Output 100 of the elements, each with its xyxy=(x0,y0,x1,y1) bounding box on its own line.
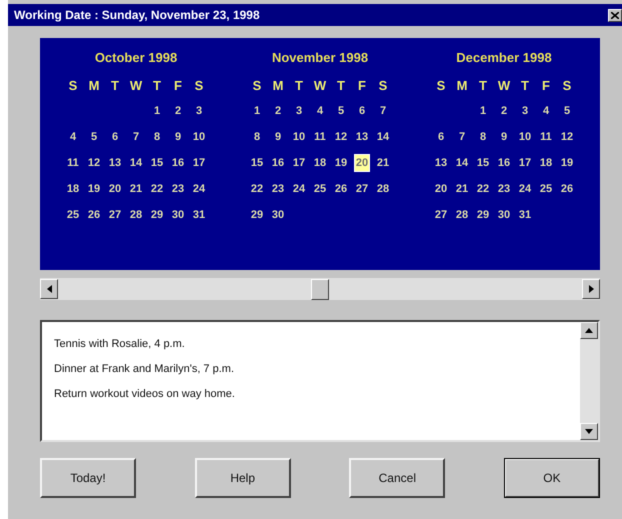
day-cell[interactable]: 30 xyxy=(170,207,186,223)
day-cell[interactable]: 22 xyxy=(150,181,164,197)
day-cell[interactable]: 1 xyxy=(478,103,488,119)
day-cell[interactable]: 31 xyxy=(518,207,532,223)
day-cell[interactable]: 4 xyxy=(68,129,78,145)
day-cell[interactable]: 25 xyxy=(66,207,80,223)
notes-field[interactable]: Tennis with Rosalie, 4 p.m. Dinner at Frank and Marilyn's, 7 p.m. Return workout videos on way home. xyxy=(40,320,600,442)
day-cell[interactable]: 29 xyxy=(476,207,490,223)
day-cell[interactable]: 10 xyxy=(292,129,306,145)
day-cell[interactable]: 5 xyxy=(562,103,572,119)
close-button[interactable] xyxy=(608,8,622,22)
day-cell[interactable]: 1 xyxy=(252,103,262,119)
day-cell[interactable]: 14 xyxy=(128,155,144,171)
day-cell[interactable]: 6 xyxy=(358,103,366,119)
day-cell[interactable]: 28 xyxy=(454,207,470,223)
scroll-left-button[interactable] xyxy=(40,279,58,299)
day-cell[interactable]: 24 xyxy=(518,181,532,197)
day-cell[interactable]: 3 xyxy=(194,103,204,119)
day-cell[interactable]: 12 xyxy=(86,155,102,171)
dialog-button[interactable]: Today! xyxy=(40,458,136,498)
day-cell[interactable]: 26 xyxy=(86,207,102,223)
day-cell[interactable]: 6 xyxy=(436,129,446,145)
day-cell[interactable]: 27 xyxy=(108,207,122,223)
day-cell[interactable]: 26 xyxy=(560,181,574,197)
scroll-down-button[interactable] xyxy=(580,423,598,440)
day-cell[interactable]: 29 xyxy=(250,207,264,223)
day-cell[interactable]: 9 xyxy=(274,129,282,145)
day-cell[interactable]: 17 xyxy=(292,155,306,171)
day-cell[interactable]: 20 xyxy=(434,181,448,197)
day-cell[interactable]: 22 xyxy=(476,181,490,197)
day-cell[interactable]: 9 xyxy=(500,129,508,145)
day-cell[interactable]: 27 xyxy=(434,207,448,223)
day-cell[interactable]: 25 xyxy=(538,181,554,197)
day-cell[interactable]: 8 xyxy=(152,129,162,145)
day-cell[interactable]: 12 xyxy=(334,129,348,145)
day-cell[interactable]: 15 xyxy=(150,155,164,171)
day-cell[interactable]: 25 xyxy=(312,181,328,197)
day-cell[interactable]: 7 xyxy=(378,103,388,119)
day-cell[interactable]: 4 xyxy=(316,103,324,119)
day-cell[interactable]: 23 xyxy=(270,181,286,197)
day-cell[interactable]: 14 xyxy=(454,155,470,171)
day-cell[interactable]: 31 xyxy=(192,207,206,223)
day-cell[interactable]: 23 xyxy=(170,181,186,197)
day-cell[interactable]: 1 xyxy=(152,103,162,119)
day-cell[interactable]: 4 xyxy=(542,103,550,119)
day-cell[interactable]: 21 xyxy=(128,181,144,197)
day-cell[interactable]: 23 xyxy=(496,181,512,197)
day-cell[interactable]: 22 xyxy=(250,181,264,197)
day-cell[interactable]: 19 xyxy=(86,181,102,197)
day-cell[interactable]: 16 xyxy=(270,155,286,171)
day-cell[interactable]: 18 xyxy=(312,155,328,171)
day-cell[interactable]: 15 xyxy=(476,155,490,171)
day-cell[interactable]: 13 xyxy=(354,129,370,145)
day-cell[interactable]: 20 xyxy=(108,181,122,197)
day-cell[interactable]: 27 xyxy=(354,181,370,197)
day-cell[interactable]: 9 xyxy=(174,129,182,145)
day-cell[interactable]: 18 xyxy=(66,181,80,197)
day-cell[interactable]: 16 xyxy=(170,155,186,171)
day-cell[interactable]: 5 xyxy=(90,129,98,145)
dialog-button[interactable]: Cancel xyxy=(349,458,446,498)
day-cell[interactable]: 30 xyxy=(270,207,286,223)
day-cell[interactable]: 11 xyxy=(539,129,553,145)
day-cell[interactable]: 7 xyxy=(458,129,466,145)
day-cell[interactable]: 12 xyxy=(560,129,574,145)
day-cell[interactable]: 24 xyxy=(292,181,306,197)
dialog-button[interactable]: Help xyxy=(194,458,291,498)
day-cell[interactable]: 19 xyxy=(334,155,348,171)
day-cell[interactable]: 2 xyxy=(174,103,182,119)
vertical-scrollbar[interactable] xyxy=(580,322,598,440)
day-cell[interactable]: 14 xyxy=(376,129,390,145)
day-cell[interactable]: 16 xyxy=(496,155,512,171)
day-cell[interactable]: 3 xyxy=(520,103,530,119)
day-cell[interactable]: 21 xyxy=(454,181,470,197)
day-cell[interactable]: 19 xyxy=(560,155,574,171)
day-cell[interactable]: 26 xyxy=(334,181,348,197)
day-cell[interactable]: 10 xyxy=(192,129,206,145)
day-cell[interactable]: 7 xyxy=(132,129,140,145)
day-cell[interactable]: 13 xyxy=(434,155,448,171)
day-cell[interactable]: 21 xyxy=(376,155,390,171)
day-cell[interactable]: 17 xyxy=(192,155,206,171)
day-cell[interactable]: 5 xyxy=(336,103,346,119)
day-cell[interactable]: 24 xyxy=(192,181,206,197)
horizontal-scrollbar[interactable] xyxy=(40,278,600,300)
scroll-thumb[interactable] xyxy=(311,278,329,300)
day-cell[interactable]: 15 xyxy=(250,155,264,171)
day-cell[interactable]: 2 xyxy=(274,103,282,119)
day-cell[interactable]: 8 xyxy=(252,129,262,145)
day-cell[interactable]: 17 xyxy=(518,155,532,171)
day-cell[interactable]: 28 xyxy=(128,207,144,223)
day-cell[interactable]: 18 xyxy=(538,155,554,171)
dialog-button[interactable]: OK xyxy=(504,458,600,498)
day-cell[interactable]: 30 xyxy=(496,207,512,223)
day-cell[interactable]: 20 xyxy=(354,154,370,172)
day-cell[interactable]: 11 xyxy=(66,155,80,171)
day-cell[interactable]: 28 xyxy=(376,181,390,197)
day-cell[interactable]: 13 xyxy=(108,155,122,171)
day-cell[interactable]: 29 xyxy=(150,207,164,223)
day-cell[interactable]: 6 xyxy=(110,129,120,145)
scroll-right-button[interactable] xyxy=(582,279,600,299)
day-cell[interactable]: 10 xyxy=(518,129,532,145)
